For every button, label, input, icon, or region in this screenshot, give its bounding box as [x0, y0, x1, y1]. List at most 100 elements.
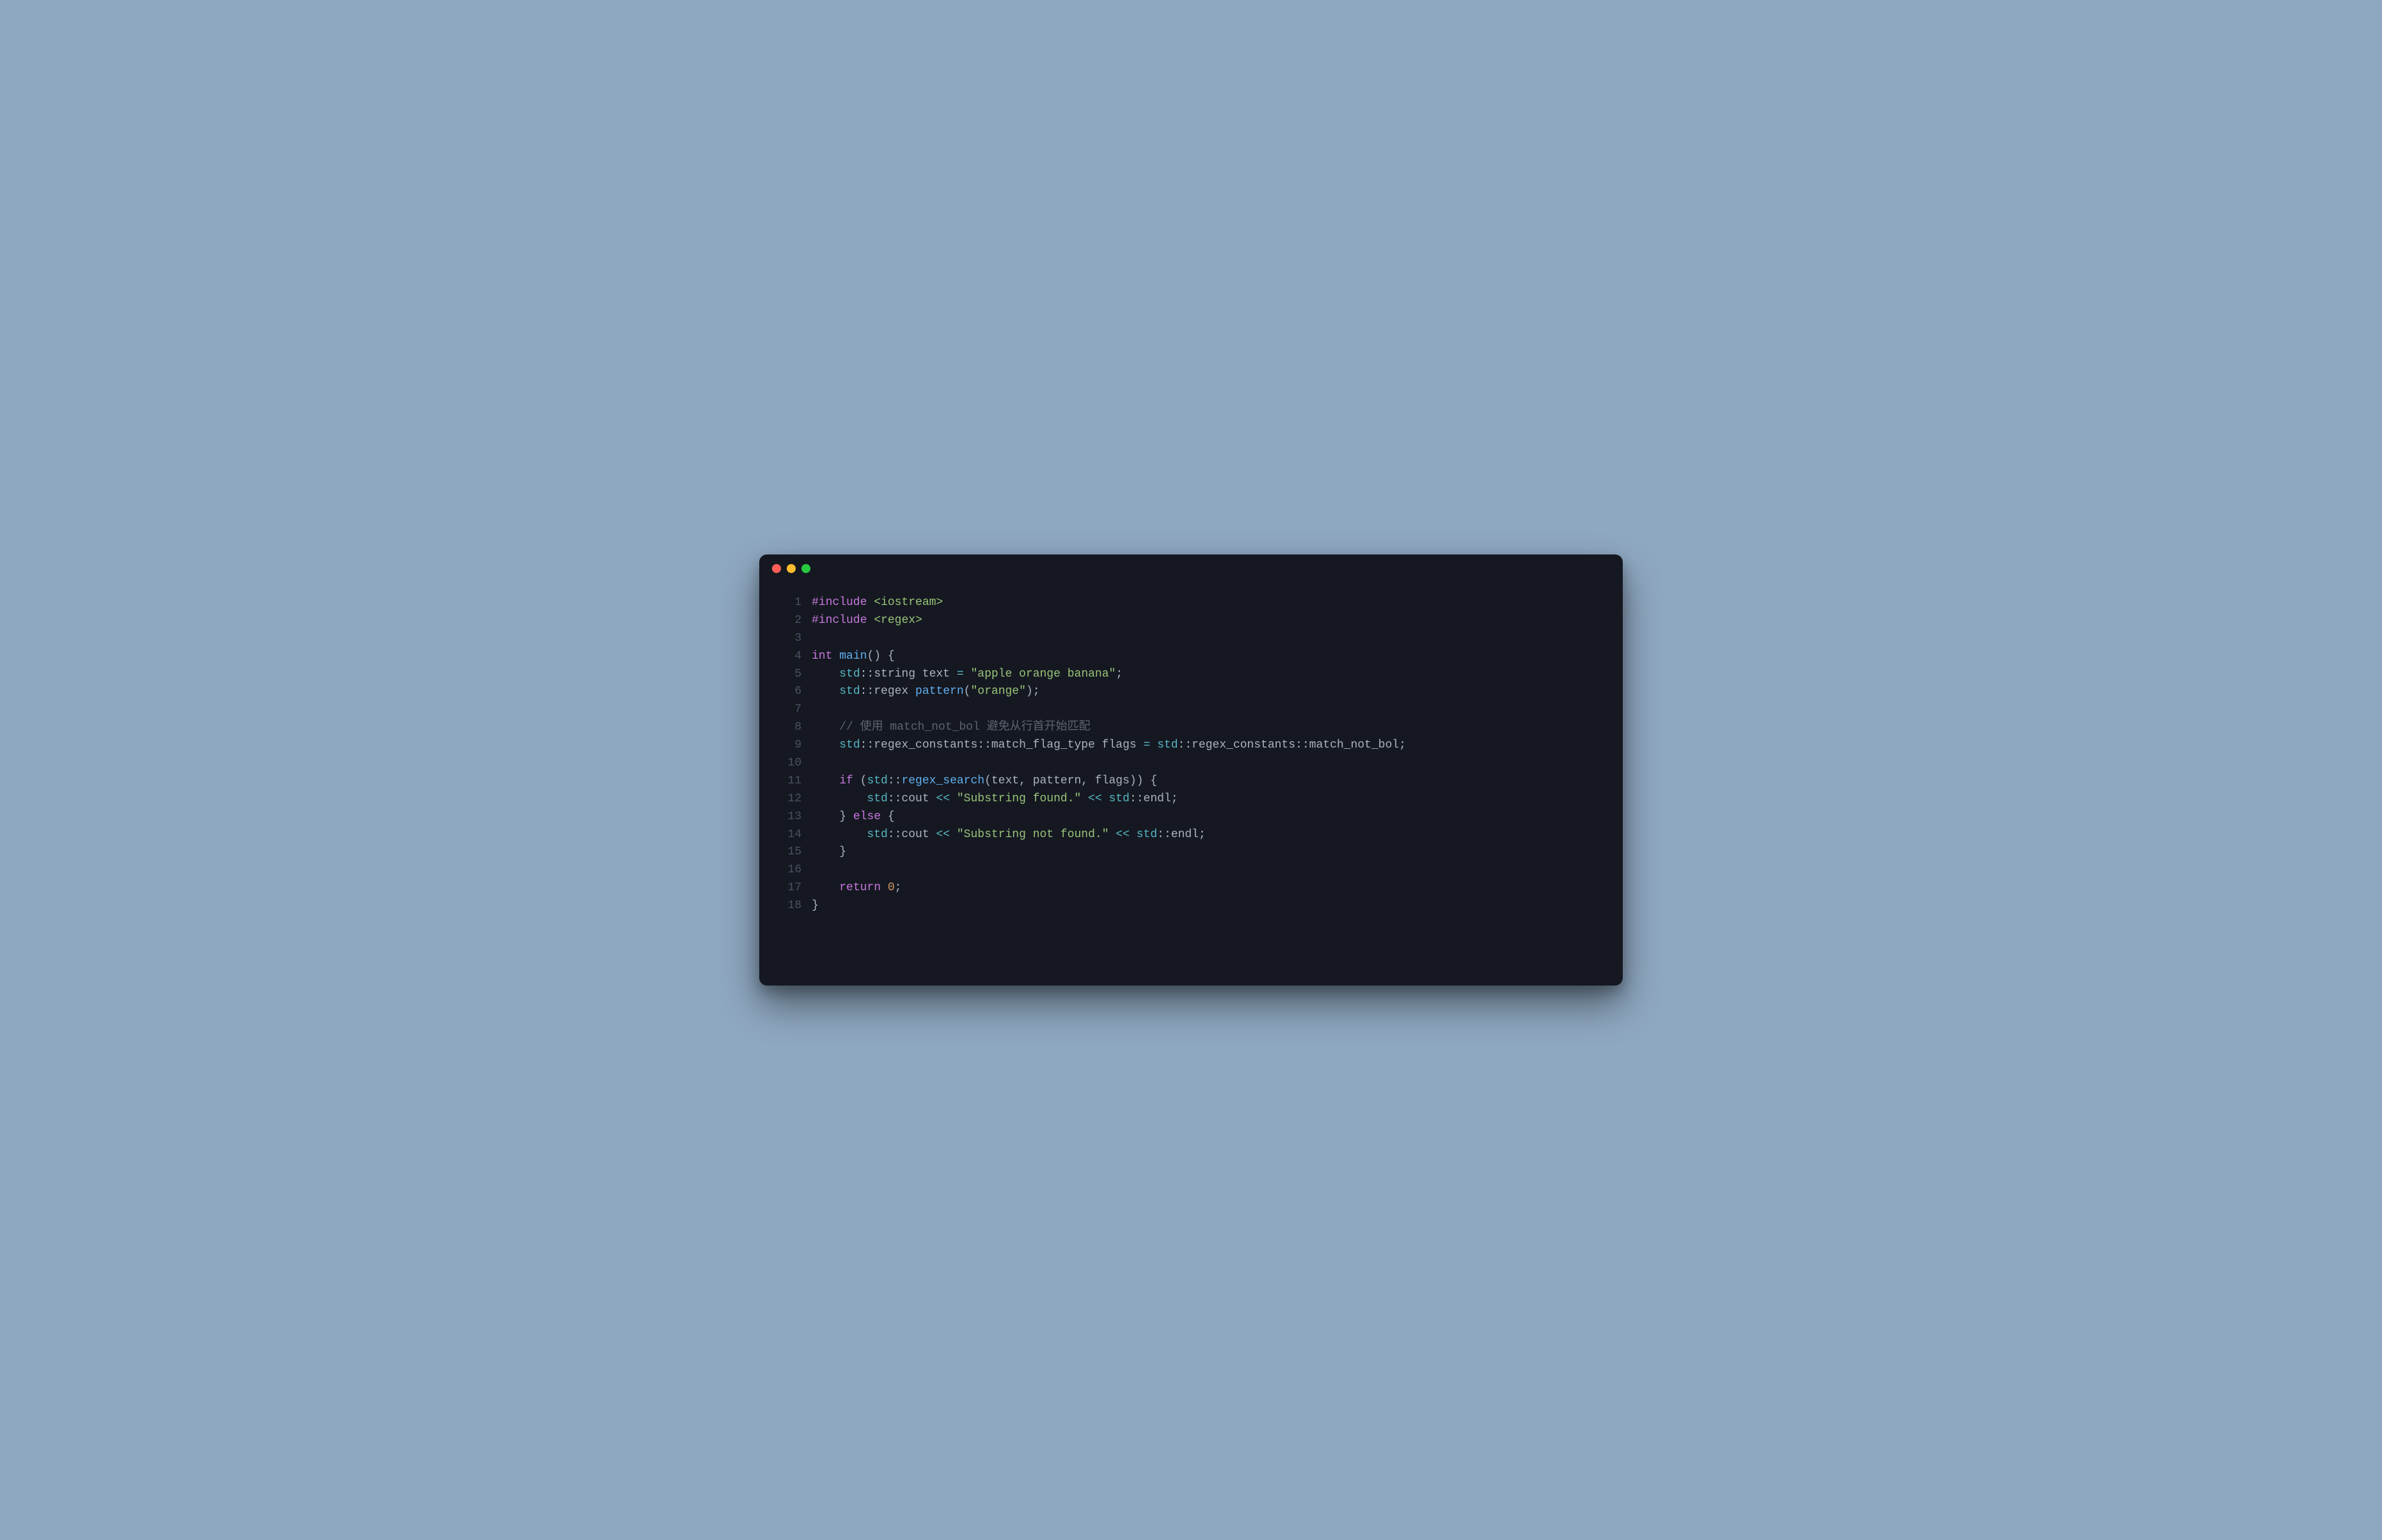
line-number: 17 [778, 879, 812, 897]
line-number: 6 [778, 683, 812, 701]
code-line: 10 [778, 755, 1604, 773]
line-number: 11 [778, 773, 812, 790]
token: ::cout [888, 792, 936, 805]
token: std [839, 668, 860, 680]
code-line: 4int main() { [778, 648, 1604, 666]
line-number: 8 [778, 719, 812, 737]
token: std [1157, 739, 1178, 751]
token: << [1116, 828, 1130, 841]
token: ); [1026, 685, 1040, 698]
code-line: 1#include <iostream> [778, 594, 1604, 612]
token: (text, pattern, flags)) { [984, 774, 1157, 787]
token: () { [867, 650, 894, 663]
token: 0 [888, 881, 895, 894]
token [812, 774, 839, 787]
token: return [839, 881, 881, 894]
token: ::endl; [1130, 792, 1178, 805]
line-number: 15 [778, 844, 812, 861]
token [812, 721, 839, 734]
line-number: 13 [778, 808, 812, 826]
zoom-icon[interactable] [801, 564, 810, 573]
token: } [812, 845, 846, 858]
code-line: 18} [778, 897, 1604, 915]
line-number: 18 [778, 897, 812, 915]
code-line: 12 std::cout << "Substring found." << st… [778, 790, 1604, 808]
token [812, 668, 839, 680]
line-number: 5 [778, 666, 812, 684]
token [950, 792, 957, 805]
token [812, 881, 839, 894]
token: "Substring found." [957, 792, 1081, 805]
minimize-icon[interactable] [787, 564, 796, 573]
token: std [1137, 828, 1157, 841]
line-number: 4 [778, 648, 812, 666]
token [950, 828, 957, 841]
token [1150, 739, 1157, 751]
line-content: std::regex_constants::match_flag_type fl… [812, 737, 1604, 755]
line-number: 1 [778, 594, 812, 612]
token: // 使用 match_not_bol 避免从行首开始匹配 [839, 721, 1090, 734]
token [832, 650, 839, 663]
token: ::regex_constants::match_not_bol; [1178, 739, 1406, 751]
token: :: [888, 774, 902, 787]
token [881, 881, 888, 894]
line-content: } [812, 897, 1604, 915]
token: ( [964, 685, 971, 698]
token: << [936, 828, 950, 841]
token: pattern [915, 685, 964, 698]
token: #include [812, 596, 867, 609]
line-content: std::cout << "Substring found." << std::… [812, 790, 1604, 808]
token: ; [1116, 668, 1123, 680]
code-area: 1#include <iostream>2#include <regex>34i… [759, 583, 1623, 915]
close-icon[interactable] [772, 564, 781, 573]
line-number: 16 [778, 861, 812, 879]
token: regex_search [901, 774, 984, 787]
token [812, 828, 867, 841]
token: << [1088, 792, 1102, 805]
token: ; [895, 881, 902, 894]
token: ( [853, 774, 867, 787]
token: int [812, 650, 832, 663]
line-number: 9 [778, 737, 812, 755]
code-line: 3 [778, 630, 1604, 648]
token: std [867, 792, 887, 805]
line-content: #include <iostream> [812, 594, 1604, 612]
code-line: 5 std::string text = "apple orange banan… [778, 666, 1604, 684]
line-content: std::string text = "apple orange banana"… [812, 666, 1604, 684]
token: #include [812, 614, 867, 627]
code-line: 15 } [778, 844, 1604, 861]
line-content: } else { [812, 808, 1604, 826]
token [964, 668, 971, 680]
line-content: // 使用 match_not_bol 避免从行首开始匹配 [812, 719, 1604, 737]
line-content: std::regex pattern("orange"); [812, 683, 1604, 701]
token [812, 792, 867, 805]
token [1109, 828, 1116, 841]
token: } [812, 810, 853, 823]
token [1102, 792, 1109, 805]
token [1081, 792, 1088, 805]
code-line: 13 } else { [778, 808, 1604, 826]
line-content: if (std::regex_search(text, pattern, fla… [812, 773, 1604, 790]
token: "apple orange banana" [970, 668, 1116, 680]
line-content: int main() { [812, 648, 1604, 666]
code-line: 9 std::regex_constants::match_flag_type … [778, 737, 1604, 755]
token: std [867, 774, 887, 787]
token: = [957, 668, 964, 680]
token: std [1109, 792, 1130, 805]
token: ::regex [860, 685, 915, 698]
token: <iostream> [874, 596, 943, 609]
token: = [1144, 739, 1151, 751]
code-line: 14 std::cout << "Substring not found." <… [778, 826, 1604, 844]
token [867, 596, 874, 609]
code-line: 17 return 0; [778, 879, 1604, 897]
code-line: 7 [778, 701, 1604, 719]
token [1130, 828, 1137, 841]
code-line: 2#include <regex> [778, 612, 1604, 630]
token: "orange" [970, 685, 1025, 698]
line-number: 12 [778, 790, 812, 808]
code-line: 6 std::regex pattern("orange"); [778, 683, 1604, 701]
code-line: 8 // 使用 match_not_bol 避免从行首开始匹配 [778, 719, 1604, 737]
code-window: 1#include <iostream>2#include <regex>34i… [759, 554, 1623, 986]
line-number: 7 [778, 701, 812, 719]
token: <regex> [874, 614, 922, 627]
